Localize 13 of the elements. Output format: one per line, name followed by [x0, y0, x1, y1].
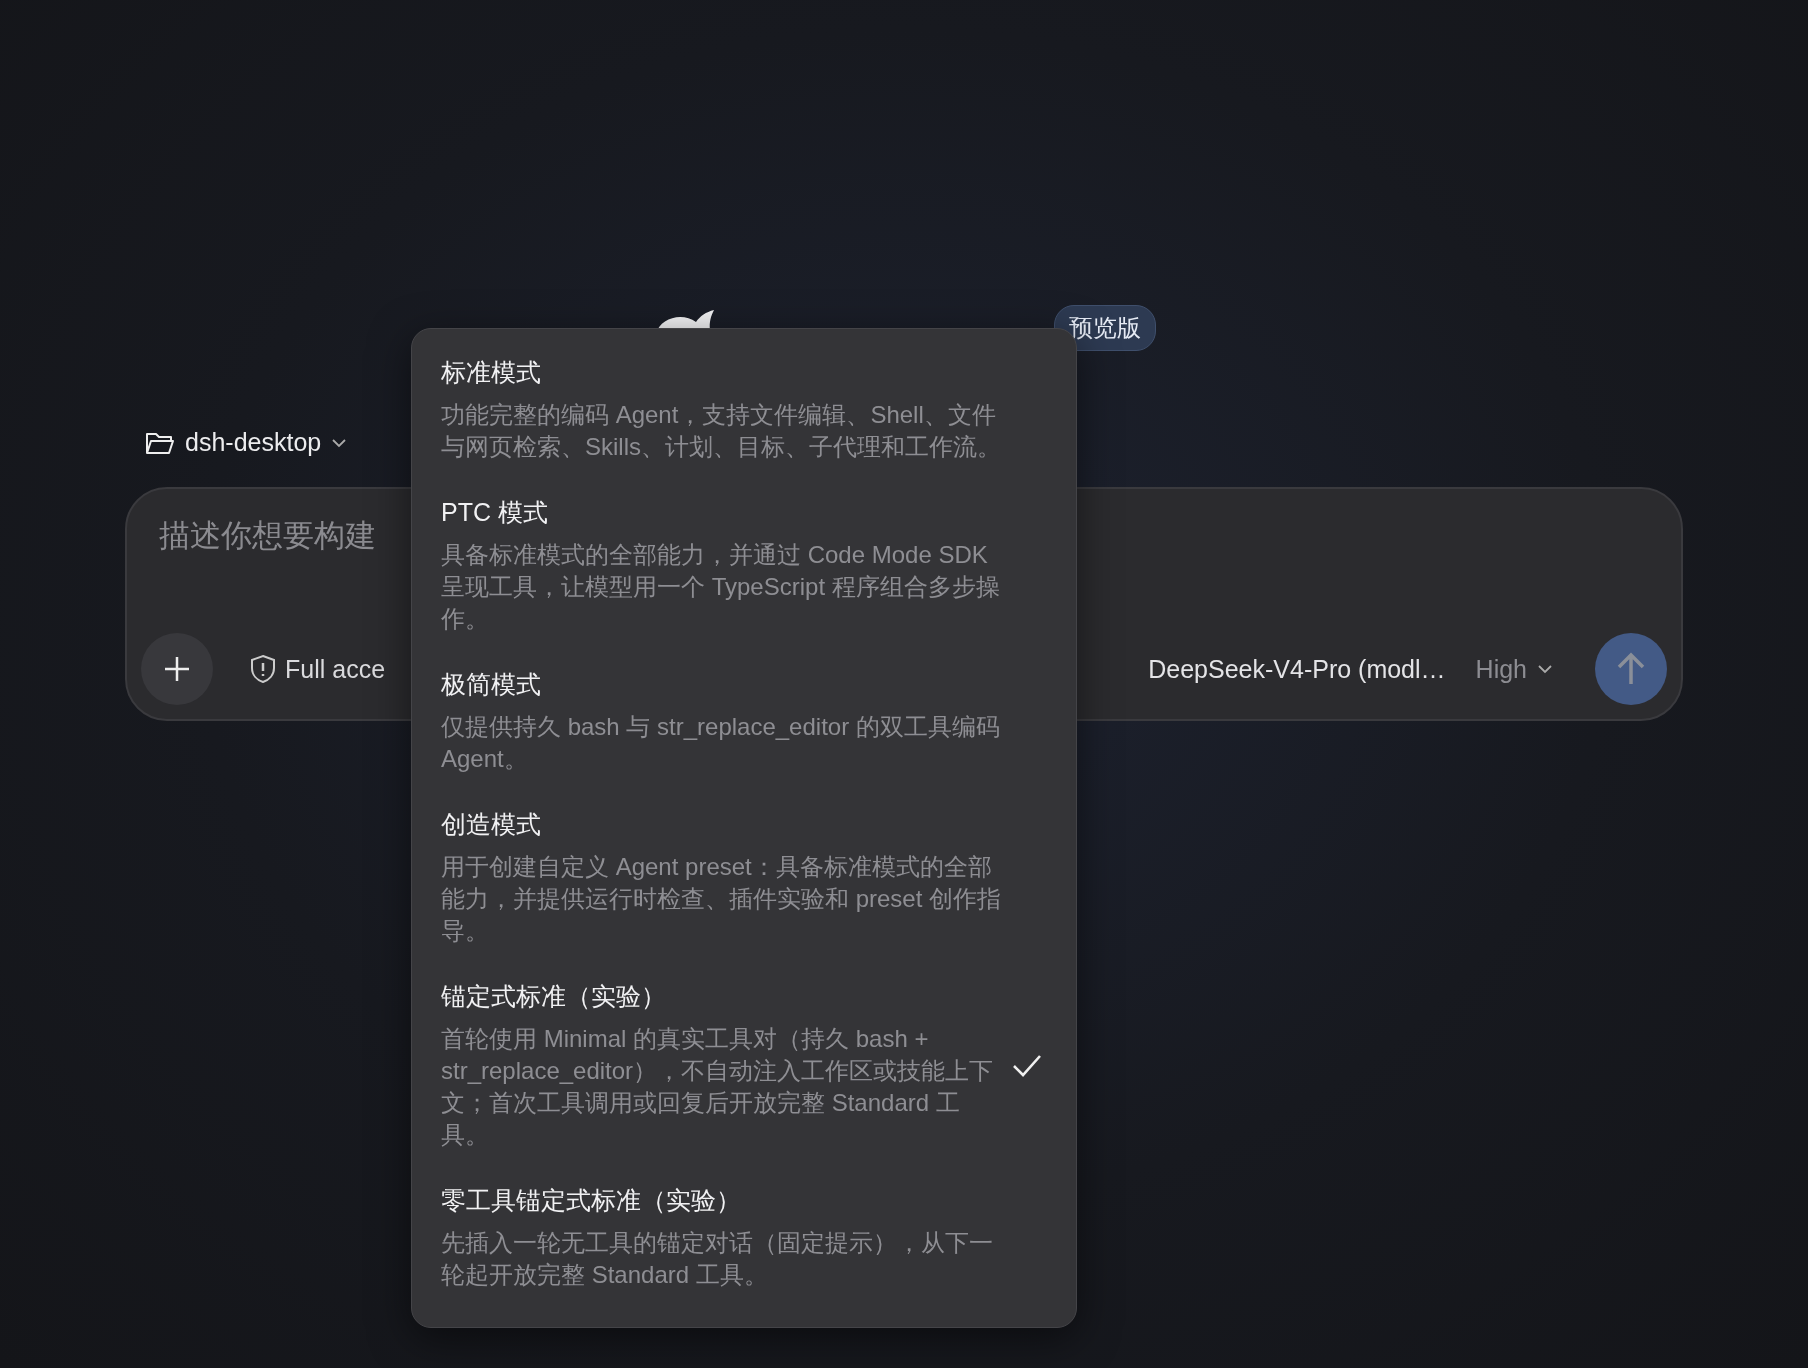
mode-title: PTC 模式 [441, 497, 549, 527]
mode-description: 用于创建自定义 Agent preset：具备标准模式的全部能力，并提供运行时检查、插件实验和 preset 创作指导。 [441, 852, 1003, 946]
mode-description: 仅提供持久 bash 与 str_replace_editor 的双工具编码 Agent。 [441, 712, 1001, 774]
mode-description: 先插入一轮无工具的锚定对话（固定提示），从下一轮起开放完整 Standard 工具。 [441, 1228, 994, 1290]
mode-title: 零工具锚定式标准（实验） [441, 1185, 742, 1215]
mode-title: 创造模式 [441, 809, 542, 839]
preview-badge: 预览版 [1054, 305, 1156, 351]
mode-description: 具备标准模式的全部能力，并通过 Code Mode SDK 呈现工具，让模型用一个 TypeScript 程序组合多步操作。 [441, 540, 1001, 634]
mode-title: 极简模式 [441, 669, 542, 699]
mode-title: 标准模式 [441, 357, 542, 387]
mode-description: 首轮使用 Minimal 的真实工具对（持久 bash + str_replace_editor），不自动注入工作区或技能上下文；首次工具调用或回复后开放完整 Standard 工具。 [441, 1024, 995, 1150]
mode-description: 功能完整的编码 Agent，支持文件编辑、Shell、文件与网页检索、Skills、计划、目标、子代理和工作流。 [441, 400, 1002, 462]
mode-title: 锚定式标准（实验） [441, 981, 667, 1011]
